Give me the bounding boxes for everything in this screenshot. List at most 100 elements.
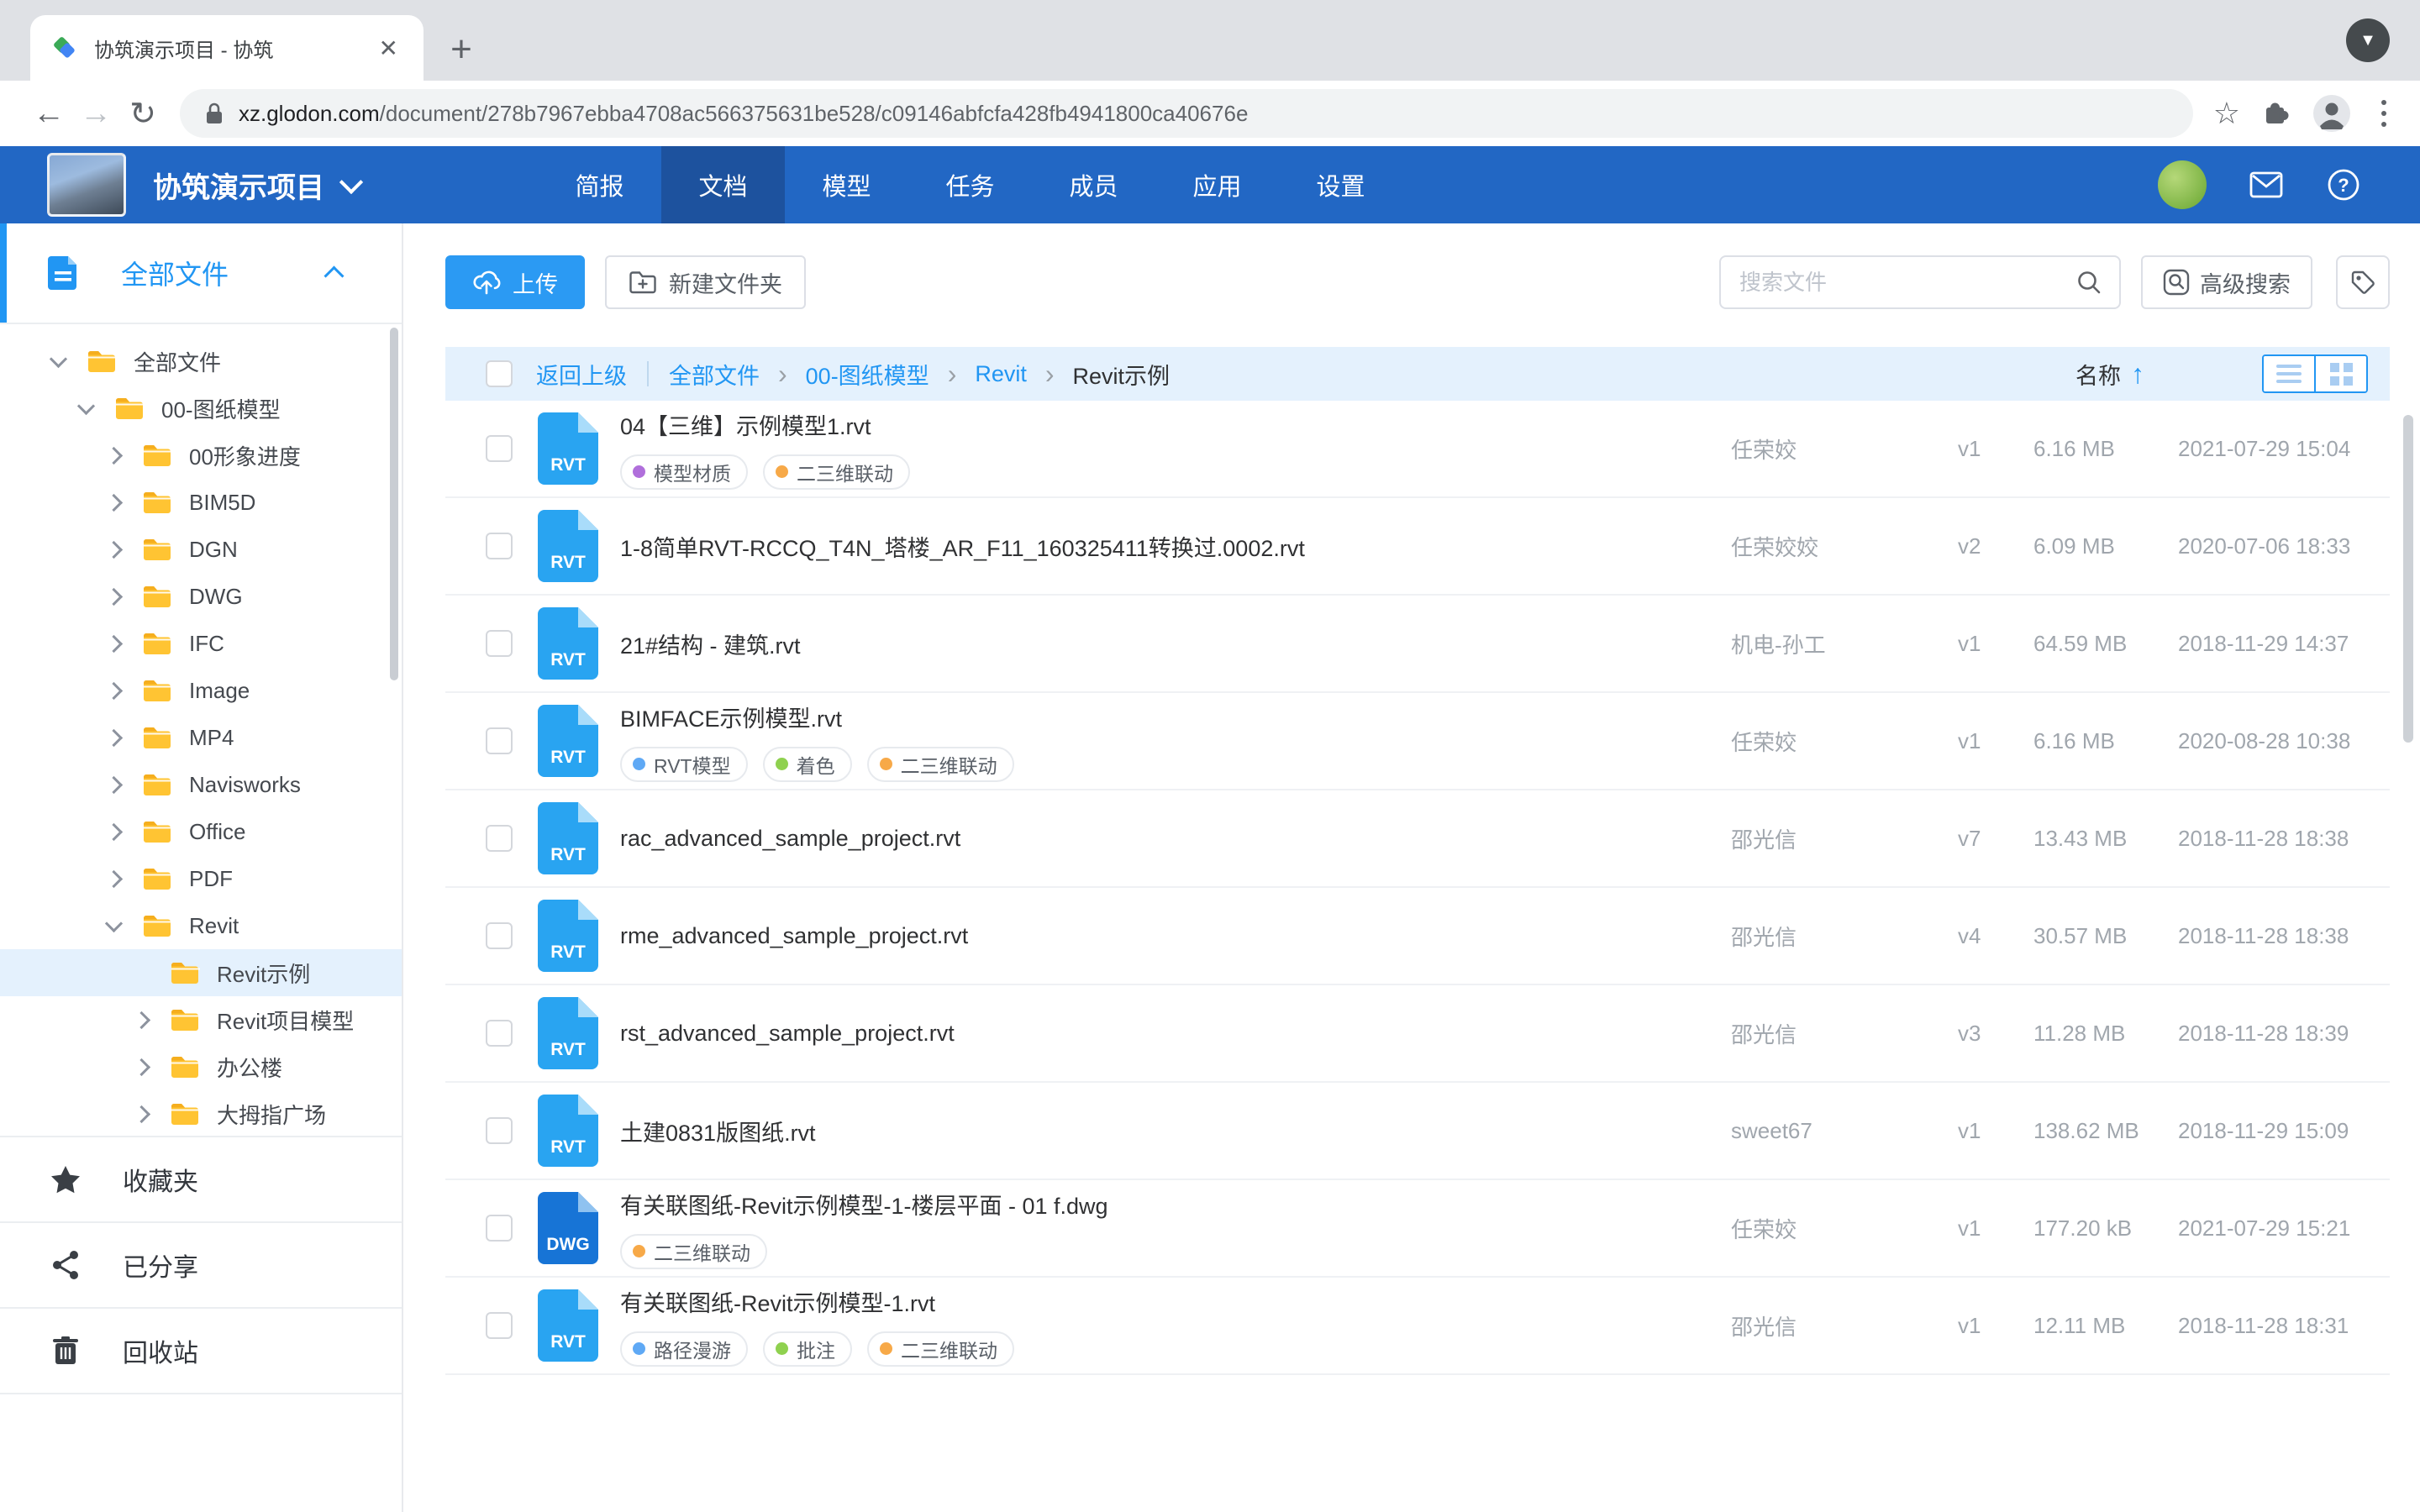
nav-item-任务[interactable]: 任务 [908, 146, 1032, 223]
chevron-right-icon[interactable] [105, 540, 123, 558]
row-checkbox[interactable] [486, 630, 513, 657]
file-name[interactable]: 1-8简单RVT-RCCQ_T4N_塔楼_AR_F11_160325411转换过… [620, 530, 1731, 563]
chevron-right-icon[interactable] [105, 822, 123, 840]
sort-by-name[interactable]: 名称 [2075, 358, 2121, 391]
file-name[interactable]: 21#结构 - 建筑.rvt [620, 627, 1731, 660]
help-icon[interactable]: ? [2326, 167, 2361, 202]
select-all-checkbox[interactable] [486, 360, 513, 387]
tag-着色[interactable]: 着色 [763, 747, 852, 782]
file-row[interactable]: DWG有关联图纸-Revit示例模型-1-楼层平面 - 01 f.dwg二三维联… [445, 1180, 2390, 1278]
tag-模型材质[interactable]: 模型材质 [620, 454, 748, 490]
tag-filter-button[interactable] [2336, 255, 2390, 309]
chevron-right-icon[interactable] [133, 1058, 150, 1075]
tree-item-Image[interactable]: Image [0, 667, 402, 714]
tag-RVT模型[interactable]: RVT模型 [620, 747, 748, 782]
file-row[interactable]: RVTrac_advanced_sample_project.rvt邵光信v71… [445, 790, 2390, 888]
file-name[interactable]: 有关联图纸-Revit示例模型-1.rvt [620, 1285, 1731, 1318]
row-checkbox[interactable] [486, 1312, 513, 1339]
search-input[interactable] [1738, 269, 2075, 297]
tag-二三维联动[interactable]: 二三维联动 [867, 1331, 1014, 1367]
sidebar-item-收藏夹[interactable]: 收藏夹 [0, 1136, 402, 1221]
chevron-right-icon[interactable] [105, 587, 123, 605]
sort-ascending-icon[interactable]: ↑ [2131, 359, 2144, 390]
file-name[interactable]: 土建0831版图纸.rvt [620, 1115, 1731, 1147]
grid-view-button[interactable] [2314, 356, 2366, 391]
address-bar[interactable]: xz.glodon.com/document/278b7967ebba4708a… [180, 89, 2193, 138]
browser-profile-icon[interactable] [2312, 94, 2351, 133]
tag-二三维联动[interactable]: 二三维联动 [867, 747, 1014, 782]
file-row[interactable]: RVT21#结构 - 建筑.rvt机电-孙工v164.59 MB2018-11-… [445, 596, 2390, 693]
mail-icon[interactable] [2249, 170, 2284, 200]
sidebar-item-已分享[interactable]: 已分享 [0, 1221, 402, 1307]
file-row[interactable]: RVTrst_advanced_sample_project.rvt邵光信v31… [445, 985, 2390, 1083]
tree-item-IFC[interactable]: IFC [0, 620, 402, 667]
extensions-puzzle-icon[interactable] [2262, 99, 2291, 128]
chevron-up-icon[interactable] [324, 265, 344, 286]
tree-item-DGN[interactable]: DGN [0, 526, 402, 573]
new-folder-button[interactable]: 新建文件夹 [605, 255, 806, 309]
tree-item-MP4[interactable]: MP4 [0, 714, 402, 761]
file-name[interactable]: rst_advanced_sample_project.rvt [620, 1021, 1731, 1047]
sidebar-section-all-files[interactable]: 全部文件 [0, 223, 402, 324]
file-row[interactable]: RVT1-8简单RVT-RCCQ_T4N_塔楼_AR_F11_160325411… [445, 498, 2390, 596]
file-name[interactable]: rac_advanced_sample_project.rvt [620, 826, 1731, 852]
chevron-down-icon[interactable] [50, 349, 67, 367]
nav-item-应用[interactable]: 应用 [1155, 146, 1279, 223]
tree-item-办公楼[interactable]: 办公楼 [0, 1043, 402, 1090]
chevron-down-icon[interactable] [105, 914, 123, 932]
file-row[interactable]: RVT04【三维】示例模型1.rvt模型材质二三维联动任荣姣v16.16 MB2… [445, 401, 2390, 498]
chevron-right-icon[interactable] [105, 493, 123, 511]
chevron-right-icon[interactable] [105, 681, 123, 699]
bookmark-star-icon[interactable]: ☆ [2213, 96, 2240, 131]
project-switcher-caret-icon[interactable] [339, 171, 363, 194]
breadcrumb-link-Revit[interactable]: Revit [975, 361, 1027, 387]
tree-item-DWG[interactable]: DWG [0, 573, 402, 620]
chevron-right-icon[interactable] [105, 446, 123, 464]
nav-item-设置[interactable]: 设置 [1279, 146, 1402, 223]
upload-button[interactable]: 上传 [445, 255, 585, 309]
chevron-right-icon[interactable] [133, 1011, 150, 1028]
file-name[interactable]: 04【三维】示例模型1.rvt [620, 408, 1731, 441]
tree-item-大拇指广场[interactable]: 大拇指广场 [0, 1090, 402, 1137]
download-indicator-icon[interactable]: ▼ [2346, 18, 2390, 62]
back-icon[interactable]: ← [25, 90, 72, 137]
nav-item-模型[interactable]: 模型 [785, 146, 908, 223]
list-view-button[interactable] [2264, 356, 2314, 391]
breadcrumb-link-全部文件[interactable]: 全部文件 [669, 358, 760, 391]
file-name[interactable]: 有关联图纸-Revit示例模型-1-楼层平面 - 01 f.dwg [620, 1188, 1731, 1221]
row-checkbox[interactable] [486, 533, 513, 559]
tree-item-全部文件[interactable]: 全部文件 [0, 338, 402, 385]
sidebar-scrollbar[interactable] [390, 328, 398, 680]
file-row[interactable]: RVT土建0831版图纸.rvtsweet67v1138.62 MB2018-1… [445, 1083, 2390, 1180]
chevron-right-icon[interactable] [105, 869, 123, 887]
nav-item-简报[interactable]: 简报 [538, 146, 661, 223]
project-name[interactable]: 协筑演示项目 [153, 165, 324, 206]
project-thumbnail[interactable] [47, 153, 126, 217]
main-scrollbar[interactable] [2403, 415, 2413, 743]
chevron-right-icon[interactable] [105, 634, 123, 652]
tag-二三维联动[interactable]: 二三维联动 [763, 454, 910, 490]
breadcrumb-link-00-图纸模型[interactable]: 00-图纸模型 [806, 358, 929, 391]
tree-item-Revit示例[interactable]: Revit示例 [0, 949, 402, 996]
forward-icon[interactable]: → [72, 90, 119, 137]
nav-item-成员[interactable]: 成员 [1032, 146, 1155, 223]
tag-批注[interactable]: 批注 [763, 1331, 852, 1367]
tab-close-icon[interactable]: ✕ [374, 34, 403, 62]
chevron-right-icon[interactable] [105, 775, 123, 793]
row-checkbox[interactable] [486, 1117, 513, 1144]
user-avatar[interactable] [2158, 160, 2207, 209]
row-checkbox[interactable] [486, 1020, 513, 1047]
search-icon[interactable] [2075, 269, 2102, 296]
tag-路径漫游[interactable]: 路径漫游 [620, 1331, 748, 1367]
tree-item-Revit[interactable]: Revit [0, 902, 402, 949]
tree-item-BIM5D[interactable]: BIM5D [0, 479, 402, 526]
tag-二三维联动[interactable]: 二三维联动 [620, 1234, 767, 1269]
file-row[interactable]: RVT有关联图纸-Revit示例模型-1.rvt路径漫游批注二三维联动邵光信v1… [445, 1278, 2390, 1375]
file-name[interactable]: rme_advanced_sample_project.rvt [620, 923, 1731, 949]
browser-menu-icon[interactable] [2373, 100, 2395, 127]
browser-tab[interactable]: 协筑演示项目 - 协筑 ✕ [30, 15, 424, 81]
row-checkbox[interactable] [486, 727, 513, 754]
row-checkbox[interactable] [486, 1215, 513, 1242]
tree-item-Office[interactable]: Office [0, 808, 402, 855]
row-checkbox[interactable] [486, 435, 513, 462]
